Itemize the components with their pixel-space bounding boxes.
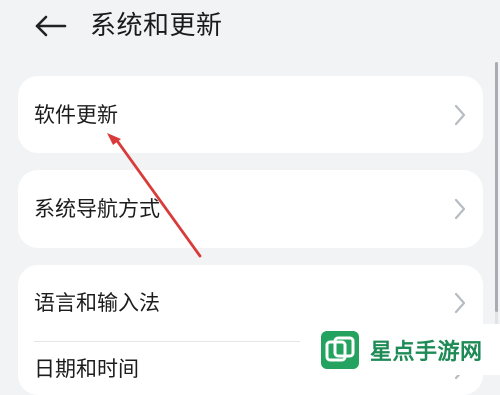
scrollbar-thumb[interactable] (495, 62, 498, 312)
header: 系统和更新 (0, 0, 500, 54)
watermark: 星点手游网 (300, 324, 500, 375)
card-navigation: 系统导航方式 (18, 170, 483, 248)
chevron-right-icon (454, 198, 466, 220)
settings-item-label: 语言和输入法 (34, 291, 160, 315)
xingdian-logo-icon (321, 330, 359, 369)
settings-item-label: 日期和时间 (34, 357, 139, 381)
back-button[interactable] (30, 8, 70, 44)
watermark-text: 星点手游网 (370, 338, 483, 365)
settings-item-software-update[interactable]: 软件更新 (18, 76, 483, 153)
card-software-update: 软件更新 (18, 76, 483, 153)
chevron-right-icon (454, 292, 466, 314)
settings-item-label: 系统导航方式 (34, 197, 160, 221)
page-title: 系统和更新 (90, 11, 223, 41)
settings-item-label: 软件更新 (34, 102, 118, 127)
settings-item-system-navigation[interactable]: 系统导航方式 (18, 170, 483, 248)
arrow-left-icon (35, 15, 67, 37)
chevron-right-icon (454, 104, 466, 125)
